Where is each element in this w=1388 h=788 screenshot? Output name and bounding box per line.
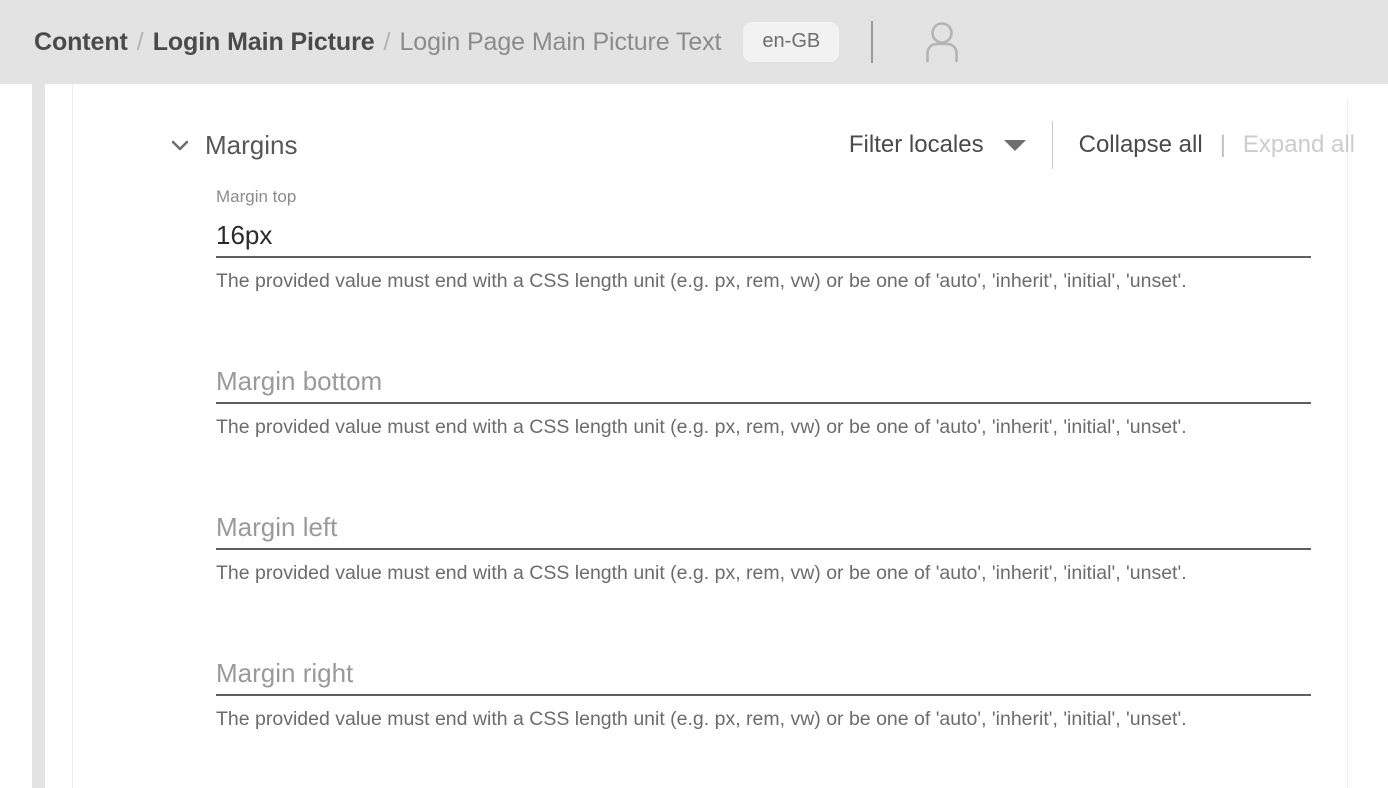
chevron-down-icon [167, 132, 193, 158]
section-header: Margins Filter locales Collapse all | Ex… [45, 117, 1388, 173]
actions-pipe-separator: | [1220, 133, 1226, 157]
breadcrumb-separator: / [384, 28, 391, 57]
collapse-all-button[interactable]: Collapse all [1079, 133, 1203, 157]
header-divider [871, 21, 873, 63]
panel-right-divider [1347, 100, 1348, 788]
section-header-actions: Filter locales Collapse all | Expand all [849, 117, 1355, 173]
input-margin-left[interactable]: Margin left [216, 512, 337, 542]
input-margin-right[interactable]: Margin right [216, 658, 353, 688]
section-title: Margins [205, 132, 297, 158]
field-help-margin-top: The provided value must end with a CSS l… [216, 267, 1216, 295]
input-underline-margin-bottom [216, 402, 1311, 404]
field-margin-bottom: Margin bottom The provided value must en… [216, 351, 1316, 441]
breadcrumb-separator: / [137, 28, 144, 57]
panel-left-divider [72, 84, 73, 788]
field-label-margin-top: Margin top [216, 188, 1316, 205]
outer-left-rail [0, 84, 32, 788]
input-underline-margin-right [216, 694, 1311, 696]
application-window: Content / Login Main Picture / Login Pag… [0, 0, 1388, 788]
clipped-text-above [215, 84, 1215, 94]
input-underline-margin-top [216, 256, 1311, 258]
input-underline-margin-left [216, 548, 1311, 550]
section-toggle[interactable]: Margins [167, 132, 297, 158]
input-margin-top[interactable]: 16px [216, 220, 272, 250]
field-margin-left: Margin left The provided value must end … [216, 497, 1316, 587]
breadcrumb-item-login-main-picture[interactable]: Login Main Picture [153, 30, 375, 55]
triangle-down-icon [1004, 140, 1026, 151]
actions-divider [1052, 121, 1053, 169]
margins-form: Margin top 16px The provided value must … [216, 188, 1316, 733]
breadcrumb: Content / Login Main Picture / Login Pag… [34, 0, 839, 84]
user-avatar-icon [917, 17, 967, 67]
filter-locales-label: Filter locales [849, 133, 984, 157]
field-help-margin-bottom: The provided value must end with a CSS l… [216, 413, 1216, 441]
filter-locales-dropdown[interactable]: Filter locales [849, 133, 1026, 157]
input-margin-bottom[interactable]: Margin bottom [216, 366, 382, 396]
breadcrumb-item-current: Login Page Main Picture Text [399, 30, 721, 55]
top-header-bar: Content / Login Main Picture / Login Pag… [0, 0, 1388, 84]
field-help-margin-left: The provided value must end with a CSS l… [216, 559, 1216, 587]
expand-all-button[interactable]: Expand all [1243, 133, 1355, 157]
avatar[interactable] [917, 17, 967, 67]
locale-badge[interactable]: en-GB [743, 22, 839, 62]
field-margin-right: Margin right The provided value must end… [216, 643, 1316, 733]
content-panel: Margins Filter locales Collapse all | Ex… [45, 84, 1388, 788]
breadcrumb-item-content[interactable]: Content [34, 30, 128, 55]
field-margin-top: Margin top 16px The provided value must … [216, 188, 1316, 295]
field-help-margin-right: The provided value must end with a CSS l… [216, 705, 1216, 733]
left-grey-rail [32, 84, 45, 788]
